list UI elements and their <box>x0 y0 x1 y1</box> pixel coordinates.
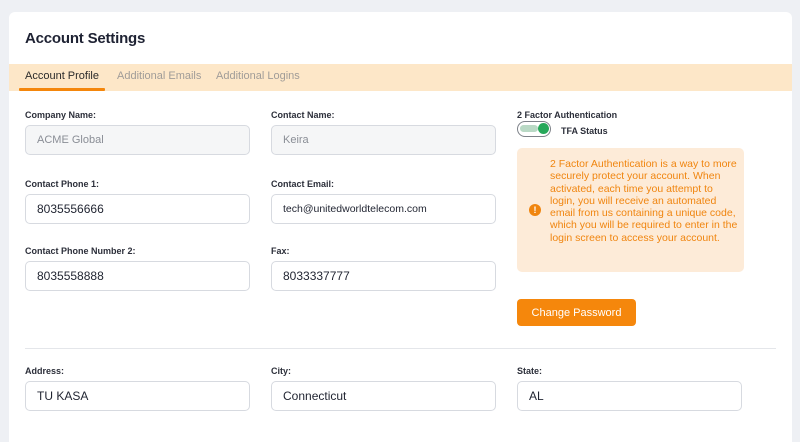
fax-input[interactable] <box>271 261 496 291</box>
tab-account-profile[interactable]: Account Profile <box>19 64 105 91</box>
tab-additional-emails[interactable]: Additional Emails <box>117 64 201 91</box>
tab-bar: Account Profile Additional Emails Additi… <box>9 64 792 91</box>
contact-email-label: Contact Email: <box>271 179 335 189</box>
tfa-status-label: TFA Status <box>561 126 608 136</box>
tfa-heading: 2 Factor Authentication <box>517 110 618 120</box>
page-title: Account Settings <box>25 30 146 47</box>
city-label: City: <box>271 366 291 376</box>
contact-email-input[interactable] <box>271 194 496 224</box>
state-label: State: <box>517 366 543 376</box>
contact-phone-1-label: Contact Phone 1: <box>25 179 100 189</box>
toggle-knob <box>538 123 549 134</box>
contact-name-input[interactable] <box>271 125 496 155</box>
section-divider <box>25 348 776 349</box>
contact-phone-2-input[interactable] <box>25 261 250 291</box>
toggle-track <box>520 125 538 132</box>
change-password-button[interactable]: Change Password <box>517 299 636 326</box>
city-input[interactable] <box>271 381 496 411</box>
tfa-info-box: ! 2 Factor Authentication is a way to mo… <box>517 148 744 272</box>
state-input[interactable] <box>517 381 742 411</box>
contact-name-label: Contact Name: <box>271 110 335 120</box>
company-name-label: Company Name: <box>25 110 97 120</box>
company-name-input[interactable] <box>25 125 250 155</box>
address-label: Address: <box>25 366 65 376</box>
tfa-info-text: 2 Factor Authentication is a way to more… <box>550 158 738 244</box>
tab-additional-logins[interactable]: Additional Logins <box>216 64 300 91</box>
contact-phone-2-label: Contact Phone Number 2: <box>25 246 136 256</box>
address-input[interactable] <box>25 381 250 411</box>
exclamation-circle-icon: ! <box>529 204 541 216</box>
fax-label: Fax: <box>271 246 290 256</box>
contact-phone-1-input[interactable] <box>25 194 250 224</box>
tfa-toggle[interactable] <box>517 121 551 137</box>
account-settings-card: Account Settings Account Profile Additio… <box>9 12 792 442</box>
